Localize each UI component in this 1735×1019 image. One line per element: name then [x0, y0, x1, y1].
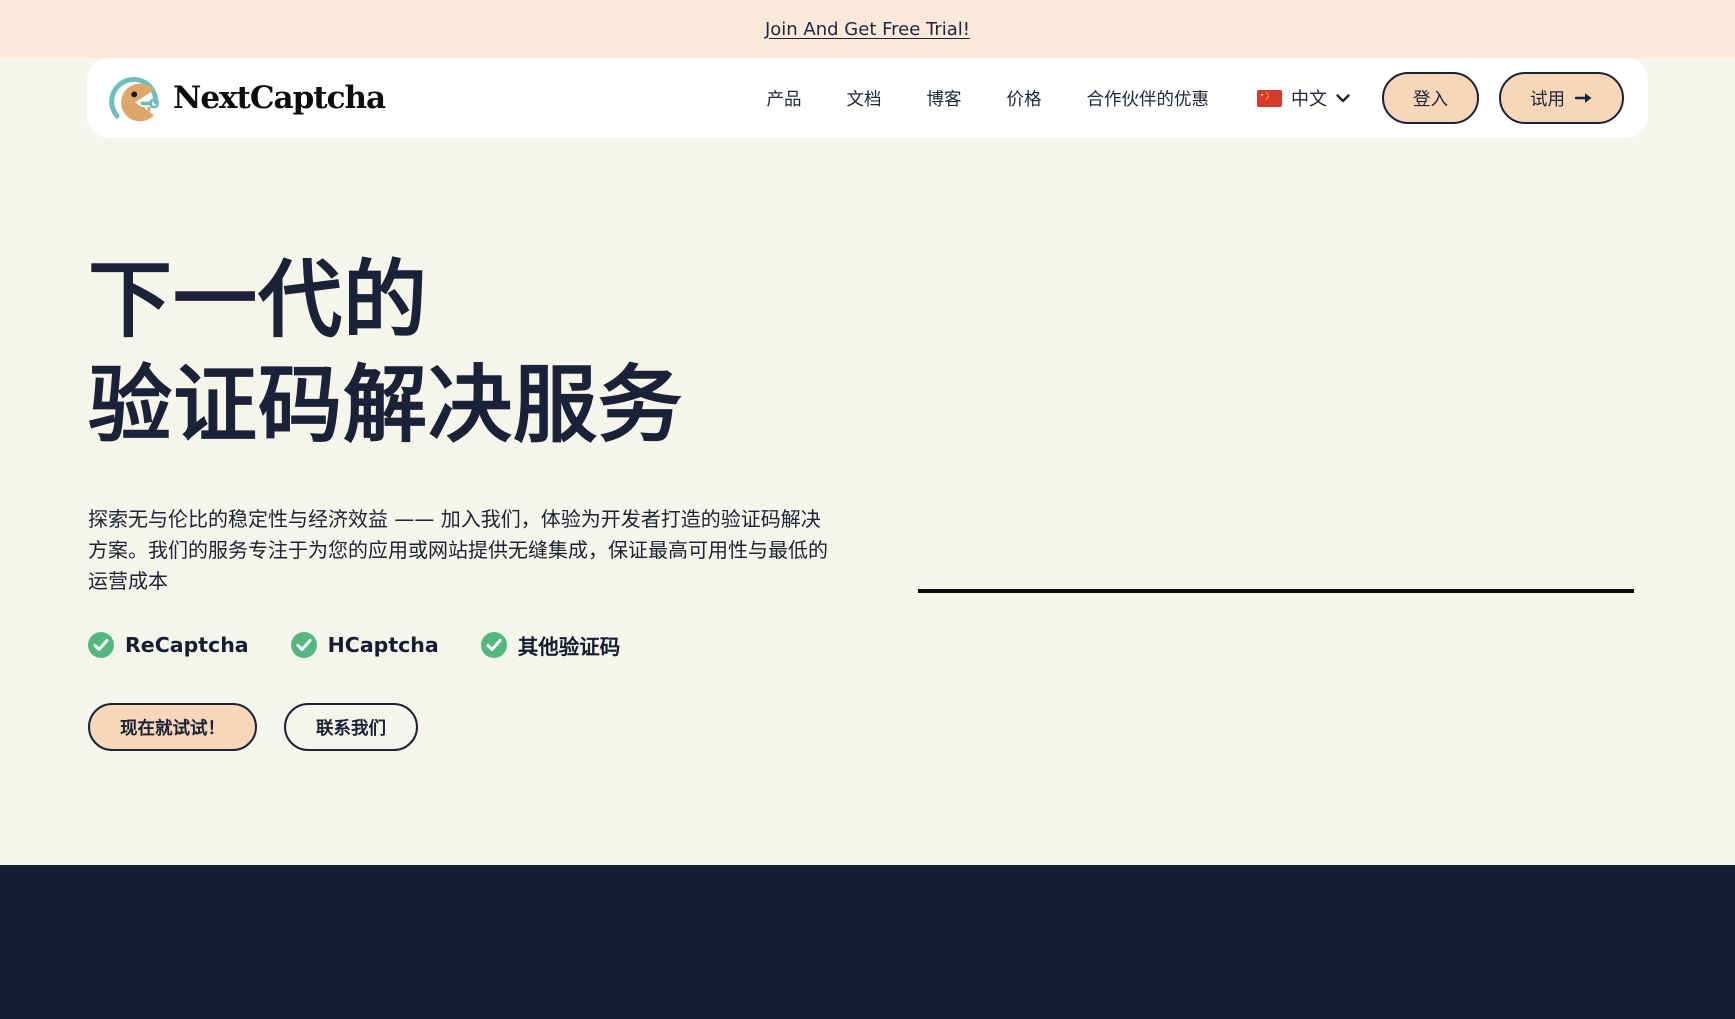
- feature-hcaptcha: HCaptcha: [291, 632, 439, 658]
- contact-us-button[interactable]: 联系我们: [284, 703, 418, 751]
- feature-recaptcha: ReCaptcha: [88, 632, 249, 658]
- hero-title: 下一代的 验证码解决服务: [88, 248, 1735, 458]
- divider-line: [918, 589, 1634, 593]
- nav-item-blog[interactable]: 博客: [927, 86, 962, 111]
- nav-links: 产品 文档 博客 价格 合作伙伴的优惠: [767, 86, 1210, 111]
- promo-banner: Join And Get Free Trial!: [0, 0, 1735, 58]
- chevron-down-icon: [1336, 94, 1350, 103]
- free-trial-link[interactable]: Join And Get Free Trial!: [765, 19, 970, 40]
- nav-item-partner-offers[interactable]: 合作伙伴的优惠: [1087, 86, 1210, 111]
- trial-button-label: 试用: [1530, 86, 1565, 111]
- trial-button[interactable]: 试用: [1499, 72, 1624, 124]
- hero-description: 探索无与伦比的稳定性与经济效益 —— 加入我们，体验为开发者打造的验证码解决方案…: [88, 504, 836, 597]
- navbar: NextCaptcha 产品 文档 博客 价格 合作伙伴的优惠 中文: [87, 58, 1648, 138]
- china-flag-icon: [1257, 90, 1282, 107]
- footer: [0, 865, 1735, 1019]
- language-selector[interactable]: 中文: [1257, 85, 1350, 111]
- arrow-right-icon: [1575, 92, 1593, 104]
- check-icon: [291, 632, 317, 658]
- nav-actions: 登入 试用: [1382, 72, 1624, 124]
- nav-item-docs[interactable]: 文档: [847, 86, 882, 111]
- login-button[interactable]: 登入: [1382, 72, 1479, 124]
- cta-row: 现在就试试！ 联系我们: [88, 703, 1735, 751]
- nav-item-products[interactable]: 产品: [767, 86, 802, 111]
- login-button-label: 登入: [1413, 86, 1448, 111]
- hero-title-line2: 验证码解决服务: [88, 353, 1735, 458]
- check-icon: [481, 632, 507, 658]
- feature-label: ReCaptcha: [125, 633, 249, 657]
- check-icon: [88, 632, 114, 658]
- feature-label: HCaptcha: [328, 633, 439, 657]
- pacman-key-logo-icon: [109, 70, 163, 126]
- navbar-wrap: NextCaptcha 产品 文档 博客 价格 合作伙伴的优惠 中文: [0, 58, 1735, 138]
- hero-title-line1: 下一代的: [88, 248, 1735, 353]
- feature-list: ReCaptcha HCaptcha 其他验证码: [88, 630, 1735, 660]
- language-label: 中文: [1291, 85, 1327, 111]
- feature-other-captcha: 其他验证码: [481, 630, 621, 660]
- feature-label: 其他验证码: [518, 630, 621, 660]
- try-now-button[interactable]: 现在就试试！: [88, 703, 257, 751]
- brand-logo[interactable]: NextCaptcha: [109, 70, 385, 126]
- hero-section: 下一代的 验证码解决服务 探索无与伦比的稳定性与经济效益 —— 加入我们，体验为…: [0, 138, 1735, 751]
- brand-name: NextCaptcha: [173, 80, 385, 116]
- nav-item-pricing[interactable]: 价格: [1007, 86, 1042, 111]
